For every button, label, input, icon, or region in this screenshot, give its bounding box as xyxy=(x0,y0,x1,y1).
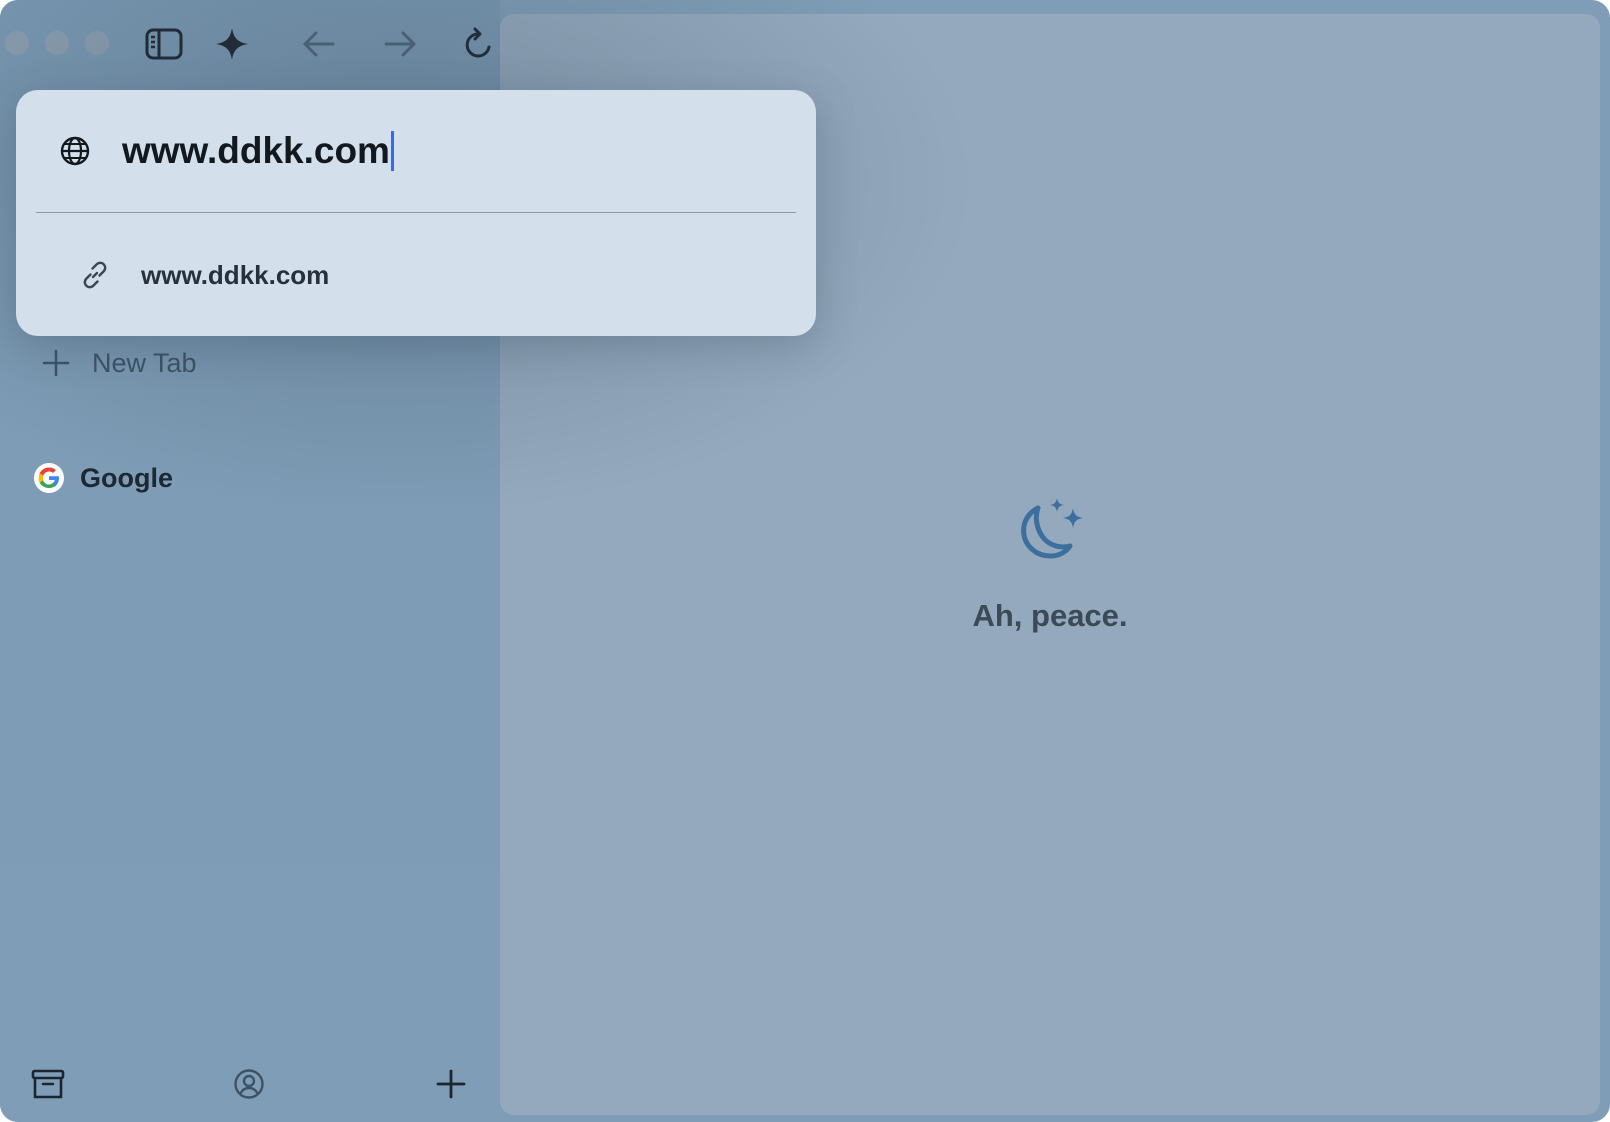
archive-icon[interactable] xyxy=(28,1064,68,1104)
reload-icon[interactable] xyxy=(459,24,499,64)
popup-divider xyxy=(36,212,796,213)
link-icon xyxy=(83,261,107,289)
new-tab-label: New Tab xyxy=(92,347,197,378)
suggestion-label: www.ddkk.com xyxy=(141,259,330,290)
browser-window: New Tab Google Ah, peace. www.ddkk.com w… xyxy=(0,0,1610,1122)
address-input[interactable]: www.ddkk.com xyxy=(122,130,394,172)
back-arrow-icon[interactable] xyxy=(299,24,339,64)
new-tab-button[interactable]: New Tab xyxy=(40,345,197,381)
suggestion-item[interactable]: www.ddkk.com xyxy=(16,214,816,336)
sidebar-tab-google[interactable]: Google xyxy=(34,460,173,496)
empty-state-message: Ah, peace. xyxy=(972,598,1128,633)
text-caret xyxy=(390,131,394,171)
address-input-value: www.ddkk.com xyxy=(122,130,390,171)
close-window-button[interactable] xyxy=(5,31,29,55)
sparkle-icon[interactable] xyxy=(212,24,252,64)
minimize-window-button[interactable] xyxy=(45,31,69,55)
globe-icon xyxy=(60,136,90,166)
moon-stars-icon xyxy=(1010,494,1090,574)
profile-icon[interactable] xyxy=(229,1064,269,1104)
plus-icon xyxy=(42,349,70,377)
sidebar-toggle-icon[interactable] xyxy=(144,24,184,64)
sidebar-tab-google-label: Google xyxy=(80,462,173,493)
zoom-window-button[interactable] xyxy=(85,31,109,55)
address-bar-popup: www.ddkk.com www.ddkk.com xyxy=(16,90,816,336)
google-logo-icon xyxy=(34,463,64,493)
empty-state: Ah, peace. xyxy=(500,494,1600,634)
address-bar-row: www.ddkk.com xyxy=(16,90,816,212)
add-icon[interactable] xyxy=(431,1064,471,1104)
forward-arrow-icon[interactable] xyxy=(380,24,420,64)
